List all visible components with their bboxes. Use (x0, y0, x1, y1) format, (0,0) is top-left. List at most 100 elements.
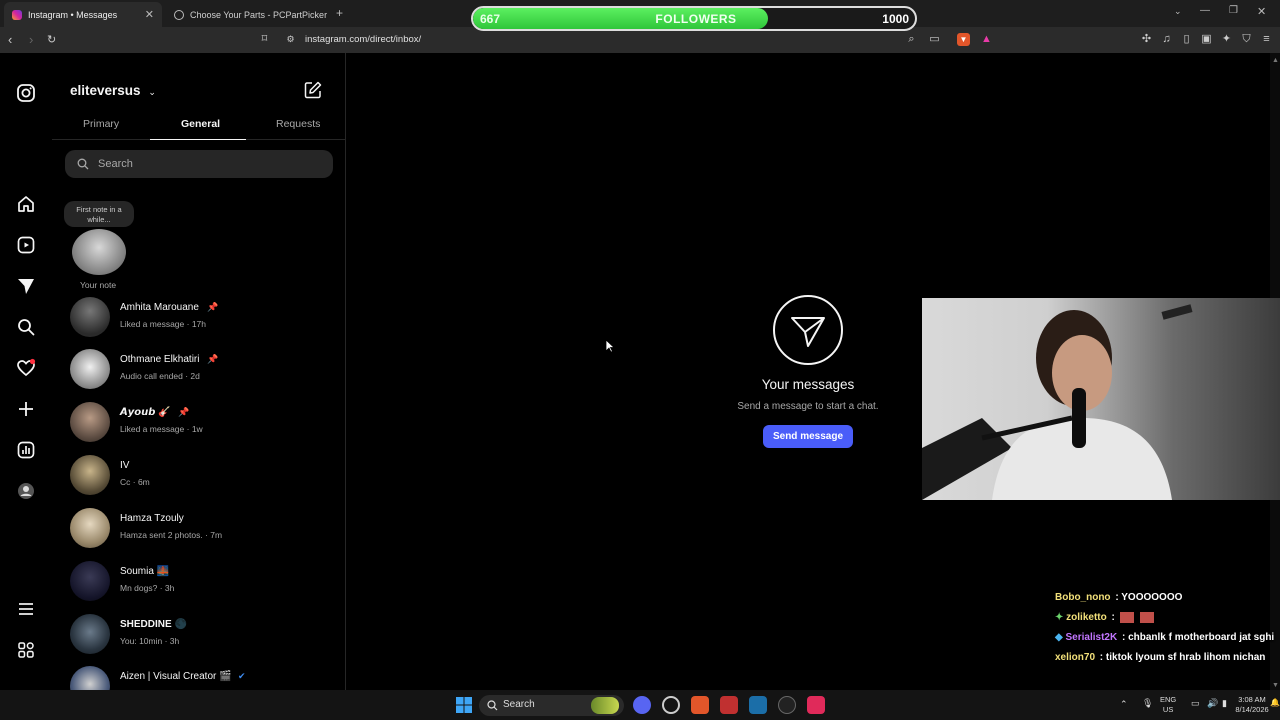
cast-icon[interactable]: ▭ (928, 33, 941, 46)
conversation-item[interactable]: SHEDDINE 🌑 You: 10min · 3h (70, 614, 340, 658)
site-settings-icon[interactable]: ⚙ (284, 33, 297, 46)
new-message-icon[interactable] (304, 81, 322, 99)
scroll-up-icon[interactable]: ▲ (1272, 57, 1279, 64)
forward-icon[interactable]: › (29, 32, 33, 47)
direct-messages-icon[interactable] (16, 276, 36, 296)
tab-primary[interactable]: Primary (83, 118, 119, 130)
also-from-meta-icon[interactable] (16, 640, 36, 660)
tab-pcpartpicker[interactable]: Choose Your Parts - PCPartPicker (166, 2, 336, 27)
conversation-preview: Hamza sent 2 photos. · 7m (120, 530, 223, 540)
conversation-name: Aizen | Visual Creator 🎬 (120, 671, 232, 682)
chat-username: Bobo_nono (1055, 592, 1111, 603)
reload-icon[interactable]: ↻ (47, 33, 56, 46)
account-switcher[interactable]: eliteversus ⌄ (70, 83, 156, 98)
profile-avatar-icon[interactable] (16, 481, 36, 501)
menu-icon[interactable]: ≡ (1260, 33, 1273, 46)
taskbar-search[interactable]: Search (479, 695, 624, 716)
scroll-down-icon[interactable]: ▼ (1272, 682, 1279, 689)
followers-goal-bar: 667 FOLLOWERS 1000 (471, 6, 917, 31)
tab-list-chevron-icon[interactable]: ⌄ (1174, 6, 1182, 17)
valorant-icon[interactable] (720, 696, 738, 714)
microphone-icon[interactable]: 🎙 (1142, 698, 1153, 709)
gem-badge-icon: ◆ (1055, 632, 1063, 643)
conversation-item[interactable]: Aizen | Visual Creator 🎬 ✔ (70, 666, 340, 690)
sidebar-icon[interactable]: ▯ (1180, 33, 1193, 46)
bookmark-icon[interactable]: ⌑ (258, 33, 271, 46)
obs-icon[interactable] (662, 696, 680, 714)
windows-start-icon[interactable] (455, 696, 473, 714)
new-tab-icon[interactable]: + (336, 6, 343, 20)
conversation-item[interactable]: Othmane Elkhatiri 📌 Audio call ended · 2… (70, 349, 340, 393)
reels-icon[interactable] (16, 235, 36, 255)
battery-icon[interactable]: ▮ (1222, 698, 1227, 709)
conversation-name: 𝘼𝙮𝙤𝙪𝙗 🎸 (120, 407, 171, 418)
clock[interactable]: 3:08 AM 8/14/2026 (1232, 695, 1272, 715)
sparkle-badge-icon: ✦ (1055, 612, 1064, 624)
conversation-preview: Liked a message · 1w (120, 424, 203, 434)
notifications-bell-icon[interactable]: 🔔 (1270, 698, 1280, 707)
zoom-icon[interactable]: ⌕ (905, 33, 918, 46)
steam-icon[interactable] (749, 696, 767, 714)
chat-message: ✦ zoliketto : (1055, 612, 1155, 624)
close-window-icon[interactable]: ✕ (1257, 5, 1266, 18)
volume-icon[interactable]: 🔊 (1207, 698, 1218, 709)
vpn-shield-icon[interactable]: ⛉ (1240, 33, 1253, 46)
network-icon[interactable]: ▭ (1191, 698, 1200, 709)
tab-general[interactable]: General (181, 118, 220, 130)
create-plus-icon[interactable] (16, 399, 36, 419)
chevron-down-icon: ⌄ (148, 87, 156, 97)
avatar (70, 455, 110, 495)
tab-instagram[interactable]: Instagram • Messages ✕ (4, 2, 162, 27)
conversation-item[interactable]: 𝘼𝙮𝙤𝙪𝙗 🎸 📌 Liked a message · 1w (70, 402, 340, 446)
language-indicator[interactable]: ENG US (1160, 695, 1176, 715)
send-message-button[interactable]: Send message (763, 425, 853, 448)
tiktok-icon[interactable] (807, 696, 825, 714)
more-menu-icon[interactable] (16, 599, 36, 619)
verified-badge-icon: ✔ (238, 671, 246, 681)
conversation-item[interactable]: IV Cc · 6m (70, 455, 340, 499)
chat-message: xelion70 : tiktok lyoum sf hrab lihom ni… (1055, 652, 1266, 663)
brave-browser-icon[interactable] (691, 696, 709, 714)
media-icon[interactable]: ♫ (1160, 33, 1173, 46)
wallet-icon[interactable]: ▣ (1200, 33, 1213, 46)
instagram-logo-icon[interactable] (16, 83, 36, 103)
conversation-preview: Cc · 6m (120, 477, 150, 487)
tab-requests[interactable]: Requests (276, 118, 320, 130)
tray-chevron-icon[interactable]: ⌃ (1120, 699, 1128, 710)
home-icon[interactable] (16, 194, 36, 214)
avatar (70, 614, 110, 654)
minimize-icon[interactable]: — (1200, 5, 1210, 16)
username: eliteversus (70, 83, 141, 98)
empty-state-title: Your messages (761, 377, 855, 392)
conversation-item[interactable]: Amhita Marouane 📌 Liked a message · 17h (70, 297, 340, 341)
search-box[interactable] (65, 150, 333, 178)
discord-icon[interactable] (633, 696, 651, 714)
notifications-heart-icon[interactable] (16, 358, 36, 378)
close-tab-icon[interactable]: ✕ (145, 8, 154, 21)
leo-ai-icon[interactable]: ✦ (1220, 33, 1233, 46)
avatar (70, 402, 110, 442)
region-label: US (1162, 705, 1174, 714)
your-note-avatar[interactable] (72, 229, 126, 275)
empty-state-subtitle: Send a message to start a chat. (737, 401, 879, 412)
active-tab-indicator (150, 139, 246, 140)
app-icon[interactable] (778, 696, 796, 714)
search-icon[interactable] (16, 317, 36, 337)
avatar (70, 349, 110, 389)
pin-icon: 📌 (207, 354, 219, 364)
back-icon[interactable]: ‹ (8, 32, 12, 47)
clock-time: 3:08 AM (1238, 695, 1266, 704)
search-input[interactable] (98, 156, 318, 172)
conversation-name: Othmane Elkhatiri (120, 354, 200, 365)
mouse-cursor-icon (605, 339, 616, 358)
dashboard-icon[interactable] (16, 440, 36, 460)
brave-rewards-icon[interactable]: ▲ (980, 33, 993, 46)
conversation-item[interactable]: Hamza Tzouly Hamza sent 2 photos. · 7m (70, 508, 340, 552)
messenger-paper-plane-icon (772, 294, 844, 366)
url-field[interactable]: instagram.com/direct/inbox/ (305, 34, 421, 45)
maximize-icon[interactable]: ❐ (1229, 5, 1238, 16)
brave-shields-icon[interactable]: ▼ (957, 33, 970, 46)
conversation-item[interactable]: Soumia 🌉 Mn dogs? · 3h (70, 561, 340, 605)
note-bubble[interactable]: First note in a while... (64, 201, 134, 227)
extensions-icon[interactable]: ✣ (1140, 33, 1153, 46)
